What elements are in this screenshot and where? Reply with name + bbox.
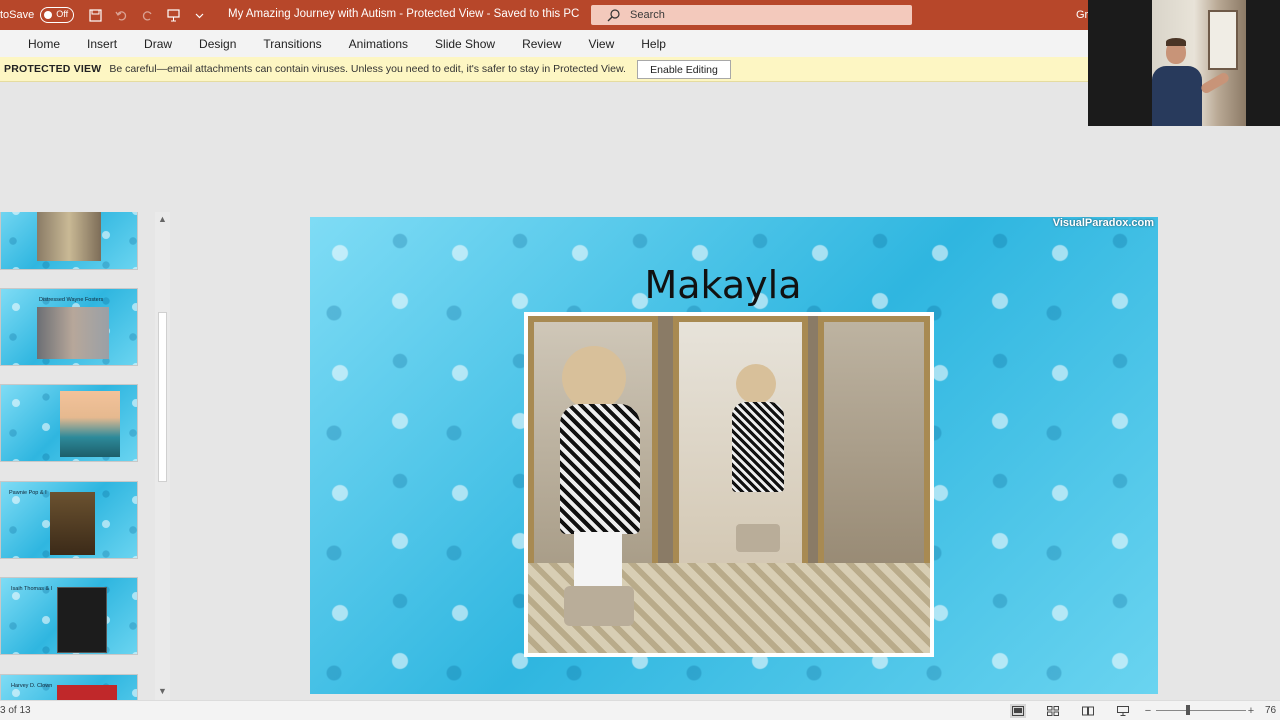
photo-content	[528, 316, 930, 653]
zoom-out-icon[interactable]: −	[1140, 704, 1156, 718]
zoom-level[interactable]: 76	[1265, 705, 1276, 716]
thumbnail-photo	[57, 587, 107, 653]
slide-counter: 3 of 13	[0, 705, 31, 716]
autosave-toggle[interactable]: Off	[40, 7, 75, 23]
slide-thumbnail[interactable]: Isaih Thomas & I	[0, 577, 138, 655]
reflection-dress	[732, 402, 784, 492]
save-icon[interactable]	[86, 6, 104, 24]
thumbnail-caption: Isaih Thomas & I	[11, 586, 53, 592]
tab-draw[interactable]: Draw	[144, 37, 172, 51]
customize-qa-icon[interactable]	[190, 6, 208, 24]
slide-watermark: VisualParadox.com	[1052, 217, 1154, 229]
scroll-up-icon[interactable]: ▲	[158, 214, 167, 224]
slide-thumbnail[interactable]: Pawnie Pop & I	[0, 481, 138, 559]
thumbnail-photo	[57, 685, 117, 700]
photo-child	[550, 346, 650, 626]
child-hair	[562, 346, 626, 410]
present-icon[interactable]	[164, 6, 182, 24]
zoom-slider[interactable]	[1156, 710, 1246, 711]
protected-view-title: PROTECTED VIEW	[4, 63, 102, 75]
thumbnail-scrollbar[interactable]: ▲ ▼	[155, 212, 170, 700]
webcam-person-body	[1152, 66, 1202, 126]
autosave-label: toSave	[0, 9, 35, 21]
zoom-in-icon[interactable]: +	[1243, 704, 1259, 718]
child-dress	[560, 404, 640, 534]
tab-design[interactable]: Design	[199, 37, 236, 51]
ribbon-tabs: Home Insert Draw Design Transitions Anim…	[0, 30, 1088, 57]
thumbnail-caption: Pawnie Pop & I	[9, 490, 47, 496]
protected-view-bar: PROTECTED VIEW Be careful—email attachme…	[0, 57, 1088, 82]
reading-view-icon[interactable]	[1080, 704, 1096, 718]
webcam-overlay	[1088, 0, 1280, 126]
autosave-state: Off	[56, 9, 69, 19]
scrollbar-thumb[interactable]	[158, 312, 167, 482]
tab-insert[interactable]: Insert	[87, 37, 117, 51]
tab-view[interactable]: View	[588, 37, 614, 51]
document-title: My Amazing Journey with Autism - Protect…	[228, 8, 580, 20]
tab-transitions[interactable]: Transitions	[263, 37, 321, 51]
search-box[interactable]: Search	[591, 5, 912, 25]
user-initials[interactable]: Gr	[1076, 9, 1088, 21]
search-placeholder: Search	[630, 9, 665, 21]
slide-thumbnail[interactable]: Harvey D. Clown	[0, 674, 138, 700]
thumbnail-photo	[50, 492, 95, 555]
child-legs	[574, 532, 622, 592]
scroll-down-icon[interactable]: ▼	[158, 686, 167, 696]
thumbnail-photo	[37, 212, 101, 261]
reflection-hair	[736, 364, 776, 404]
slide-thumbnail-panel: Distressed Wayne Fosters Pawnie Pop & I …	[0, 212, 170, 700]
slide-thumbnail[interactable]	[0, 212, 138, 270]
search-icon	[607, 8, 620, 21]
status-bar: 3 of 13 − + 76	[0, 700, 1280, 720]
toggle-knob	[44, 11, 53, 19]
slide-canvas[interactable]: VisualParadox.com Makayla	[310, 217, 1158, 694]
slideshow-view-icon[interactable]	[1115, 704, 1131, 718]
photo-reflection	[728, 364, 788, 554]
child-boots	[564, 586, 634, 626]
thumbnail-caption: Harvey D. Clown	[11, 683, 53, 689]
undo-icon[interactable]	[112, 6, 130, 24]
tab-home[interactable]: Home	[28, 37, 60, 51]
tab-help[interactable]: Help	[641, 37, 666, 51]
reflection-boots	[736, 524, 780, 552]
slide-title[interactable]: Makayla	[310, 263, 1136, 307]
zoom-slider-knob[interactable]	[1186, 705, 1190, 715]
tab-slide-show[interactable]: Slide Show	[435, 37, 495, 51]
slide-sorter-icon[interactable]	[1045, 704, 1061, 718]
enable-editing-button[interactable]: Enable Editing	[637, 60, 731, 79]
redo-icon[interactable]	[138, 6, 156, 24]
tab-review[interactable]: Review	[522, 37, 561, 51]
thumbnail-photo	[37, 307, 109, 359]
thumbnail-caption: Distressed Wayne Fosters	[39, 297, 104, 303]
webcam-window	[1208, 10, 1238, 70]
slide-thumbnail[interactable]: Distressed Wayne Fosters	[0, 288, 138, 366]
normal-view-icon[interactable]	[1010, 704, 1026, 718]
webcam-person-hair	[1166, 38, 1186, 46]
tab-animations[interactable]: Animations	[349, 37, 408, 51]
slide-photo[interactable]	[524, 312, 934, 657]
protected-view-message: Be careful—email attachments can contain…	[109, 63, 626, 75]
slide-thumbnail[interactable]	[0, 384, 138, 462]
thumbnail-photo	[60, 391, 120, 457]
